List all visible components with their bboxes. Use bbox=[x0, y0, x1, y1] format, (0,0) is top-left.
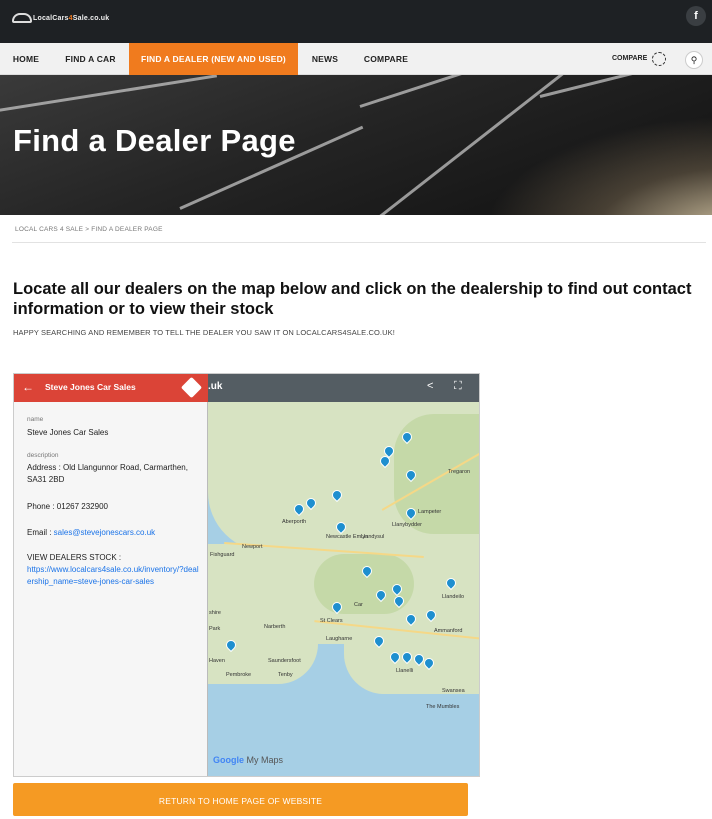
return-home-button[interactable]: RETURN TO HOME PAGE OF WEBSITE bbox=[13, 783, 468, 816]
description-label: description bbox=[27, 452, 59, 459]
main-nav: HOME FIND A CAR FIND A DEALER (NEW AND U… bbox=[0, 43, 712, 75]
stock-link[interactable]: https://www.localcars4sale.co.uk/invento… bbox=[27, 564, 202, 588]
dealer-info-panel: ← Steve Jones Car Sales name Steve Jones… bbox=[14, 374, 208, 776]
breadcrumb-separator: > bbox=[85, 226, 90, 233]
map-label: Fishguard bbox=[210, 552, 235, 558]
hero-glow bbox=[482, 115, 712, 215]
top-bar: LocalCars4Sale.co.uk f bbox=[0, 0, 712, 43]
road-lane bbox=[539, 75, 677, 98]
stock-label: VIEW DEALERS STOCK : bbox=[27, 553, 122, 562]
logo-text: LocalCars4Sale.co.uk bbox=[33, 14, 110, 22]
breadcrumb-home[interactable]: LOCAL CARS 4 SALE bbox=[15, 226, 83, 233]
dealer-address: Address : Old Llangunnor Road, Carmarthe… bbox=[27, 463, 188, 484]
map-label: Laugharne bbox=[326, 636, 353, 642]
map-label: Ammanford bbox=[434, 628, 463, 634]
intro-subline: HAPPY SEARCHING AND REMEMBER TO TELL THE… bbox=[13, 328, 395, 337]
compare-link[interactable]: COMPARE bbox=[612, 43, 647, 75]
name-label: name bbox=[27, 416, 44, 423]
map-label: Lampeter bbox=[418, 509, 442, 515]
panel-header: ← Steve Jones Car Sales bbox=[14, 374, 208, 402]
map-label: Tregaron bbox=[448, 469, 471, 475]
map-label: Llandeilo bbox=[442, 594, 465, 600]
nav-compare[interactable]: COMPARE bbox=[352, 43, 420, 75]
directions-icon[interactable] bbox=[180, 376, 203, 399]
road-lane bbox=[359, 75, 475, 108]
map-label: Car bbox=[354, 602, 363, 608]
search-icon[interactable]: ⚲ bbox=[685, 51, 703, 69]
speedometer-icon[interactable] bbox=[652, 52, 666, 66]
map-label: Newport bbox=[242, 544, 263, 550]
share-icon[interactable]: < bbox=[427, 380, 433, 392]
email-link[interactable]: sales@stevejonescars.co.uk bbox=[54, 528, 156, 537]
map-label: Narberth bbox=[264, 624, 286, 630]
breadcrumb: LOCAL CARS 4 SALE > FIND A DEALER PAGE bbox=[15, 226, 163, 233]
map-attribution: Google My Maps bbox=[213, 755, 284, 765]
map-label: Swansea bbox=[442, 688, 465, 694]
divider bbox=[12, 242, 706, 243]
fullscreen-icon[interactable]: ⛶ bbox=[454, 380, 462, 393]
nav-news[interactable]: NEWS bbox=[298, 43, 352, 75]
map-label: Park bbox=[209, 626, 221, 632]
dealer-email: Email : sales@stevejonescars.co.uk bbox=[27, 528, 156, 537]
car-logo-icon bbox=[12, 13, 32, 23]
map-label: Llanelli bbox=[396, 668, 414, 674]
map-label: Pembroke bbox=[226, 672, 252, 678]
hero-banner: Find a Dealer Page bbox=[0, 75, 712, 215]
road-lane bbox=[0, 75, 218, 118]
map-label: Llandysul bbox=[361, 534, 385, 540]
map-label: Tenby bbox=[278, 672, 293, 678]
map-label: Saundersfoot bbox=[268, 658, 301, 664]
nav-find-a-dealer[interactable]: FIND A DEALER (NEW AND USED) bbox=[129, 43, 298, 75]
dealer-phone: Phone : 01267 232900 bbox=[27, 502, 108, 511]
breadcrumb-current: FIND A DEALER PAGE bbox=[91, 226, 163, 233]
page-title: Find a Dealer Page bbox=[13, 123, 296, 158]
panel-title: Steve Jones Car Sales bbox=[45, 382, 136, 392]
dealer-map[interactable]: Tregaron Lampeter Llanybydder Aberporth … bbox=[13, 373, 480, 777]
map-label: Haven bbox=[209, 658, 225, 664]
map-label: Aberporth bbox=[282, 519, 307, 525]
intro-headline: Locate all our dealers on the map below … bbox=[13, 280, 692, 318]
map-label: shire bbox=[209, 610, 221, 616]
map-label: Llanybydder bbox=[392, 522, 422, 528]
nav-find-a-car[interactable]: FIND A CAR bbox=[52, 43, 129, 75]
name-value: Steve Jones Car Sales bbox=[27, 428, 109, 437]
map-label: St Clears bbox=[320, 618, 343, 624]
back-arrow-icon[interactable]: ← bbox=[22, 380, 34, 394]
map-toolbar: .uk < ⛶ bbox=[208, 374, 479, 402]
site-logo[interactable]: LocalCars4Sale.co.uk bbox=[12, 10, 109, 26]
map-title-fragment: .uk bbox=[208, 381, 223, 392]
map-label: The Mumbles bbox=[426, 704, 460, 710]
nav-home[interactable]: HOME bbox=[0, 43, 52, 75]
facebook-icon[interactable]: f bbox=[686, 6, 706, 26]
